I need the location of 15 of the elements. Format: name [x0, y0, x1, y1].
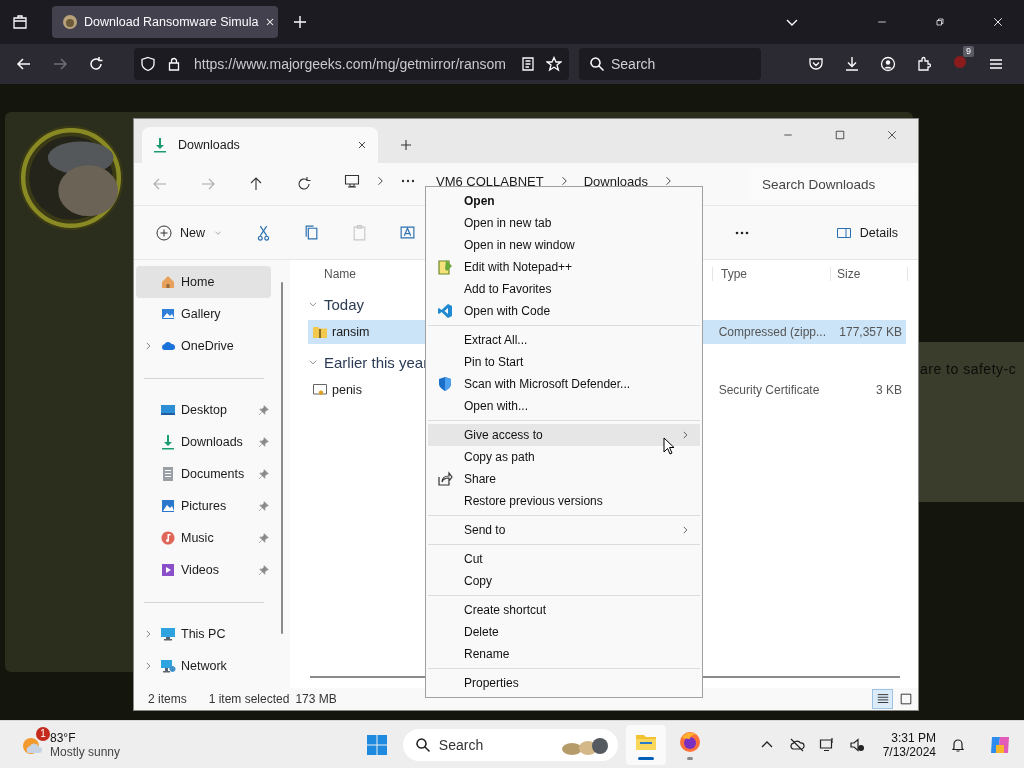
notification-badge: 1	[36, 726, 50, 741]
tab-title: Downloads	[178, 138, 241, 152]
item-count: 2 items	[148, 692, 187, 706]
temperature: 83°F	[50, 730, 76, 745]
selection-status: 1 item selected	[208, 692, 290, 706]
file-type: Compressed (zipp...	[717, 325, 827, 339]
file-type: Security Certificate	[717, 383, 821, 397]
file-size: 3 KB	[875, 383, 903, 397]
weather-condition: Mostly sunny	[50, 744, 121, 759]
tab-title: Download Ransomware Simula	[84, 15, 259, 29]
file-name: penis	[332, 383, 362, 397]
notification-badge: 9	[963, 46, 974, 57]
selection-size: 173 MB	[295, 692, 337, 706]
file-size: 177,357 KB	[838, 325, 903, 339]
file-name: ransim	[332, 325, 370, 339]
